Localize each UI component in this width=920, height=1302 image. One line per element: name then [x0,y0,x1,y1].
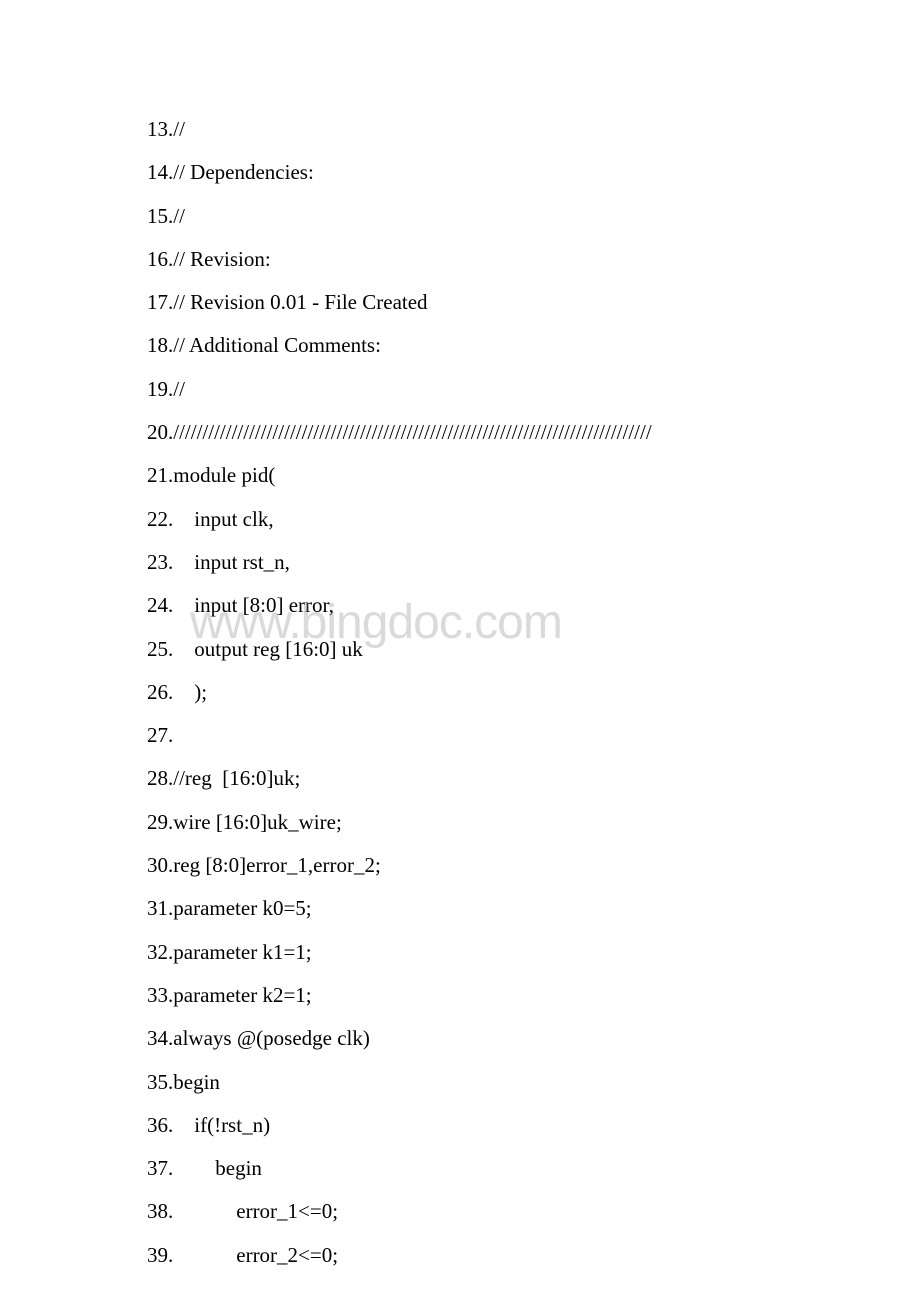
code-line: 32.parameter k1=1; [147,931,840,974]
code-line: 33.parameter k2=1; [147,974,840,1017]
code-line: 24. input [8:0] error, [147,584,840,627]
code-line: 15.// [147,195,840,238]
code-line: 16.// Revision: [147,238,840,281]
code-line: 27. [147,714,840,757]
code-line: 37. begin [147,1147,840,1190]
code-line: 29.wire [16:0]uk_wire; [147,801,840,844]
code-line: 35.begin [147,1061,840,1104]
code-line: 39. error_2<=0; [147,1234,840,1277]
code-content: 13.// 14.// Dependencies: 15.// 16.// Re… [0,0,920,1277]
code-line: 21.module pid( [147,454,840,497]
code-line: 31.parameter k0=5; [147,887,840,930]
code-line: 34.always @(posedge clk) [147,1017,840,1060]
code-line: 20./////////////////////////////////////… [147,411,840,454]
code-line: 14.// Dependencies: [147,151,840,194]
code-line: 13.// [147,108,840,151]
code-line: 17.// Revision 0.01 - File Created [147,281,840,324]
code-line: 38. error_1<=0; [147,1190,840,1233]
code-line: 26. ); [147,671,840,714]
code-line: 28.//reg [16:0]uk; [147,757,840,800]
code-line: 19.// [147,368,840,411]
code-line: 18.// Additional Comments: [147,324,840,367]
code-line: 22. input clk, [147,498,840,541]
code-line: 23. input rst_n, [147,541,840,584]
code-line: 25. output reg [16:0] uk [147,628,840,671]
code-line: 30.reg [8:0]error_1,error_2; [147,844,840,887]
code-line: 36. if(!rst_n) [147,1104,840,1147]
